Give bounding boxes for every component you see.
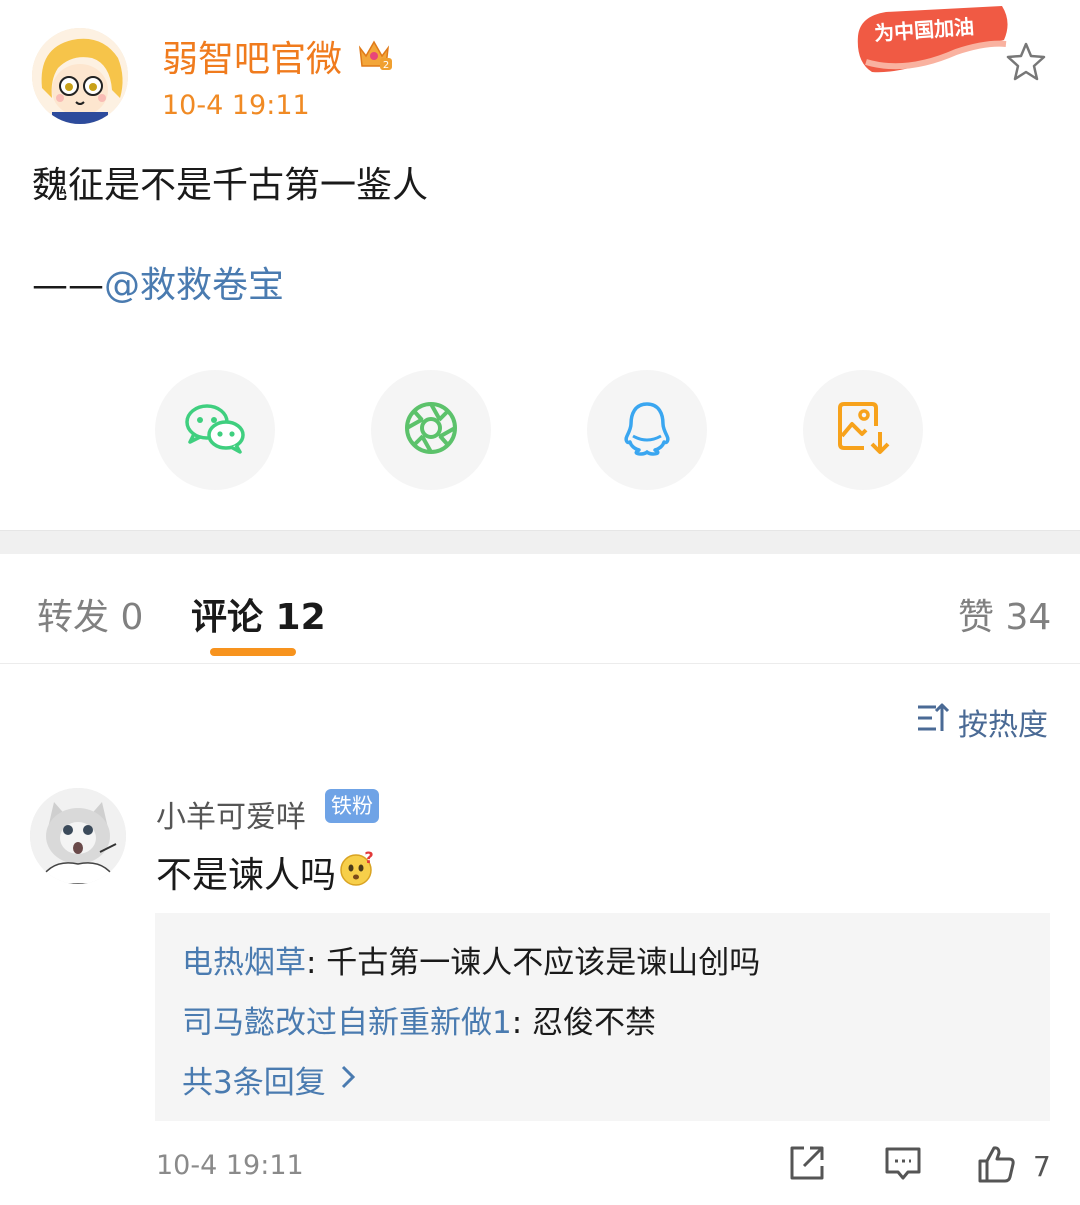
sort-toggle[interactable]: 按热度 — [916, 700, 1048, 744]
more-replies-label: 共3条回复 — [182, 1065, 326, 1101]
reply-item[interactable]: 电热烟草: 千古第一谏人不应该是谏山创吗 — [182, 937, 760, 982]
reply-username[interactable]: 司马懿改过自新重新做1 — [182, 1005, 512, 1041]
comment-text-row: 不是谏人吗 ? — [156, 846, 376, 898]
sort-icon — [916, 701, 958, 743]
save-image-icon — [836, 400, 890, 460]
repost-icon[interactable] — [788, 1144, 826, 1186]
post-time: 10-4 19:11 — [162, 90, 310, 121]
reply-username[interactable]: 电热烟草 — [182, 945, 306, 981]
share-moments-button[interactable] — [371, 370, 491, 490]
reply-preview[interactable]: 电热烟草: 千古第一谏人不应该是谏山创吗 司马懿改过自新重新做1: 忍俊不禁 共… — [155, 913, 1050, 1121]
tab-comments[interactable]: 评论 12 — [191, 588, 326, 640]
tab-active-indicator — [210, 648, 296, 656]
avatar[interactable] — [32, 28, 128, 124]
comment-avatar[interactable] — [30, 788, 126, 884]
svg-text:?: ? — [364, 849, 373, 867]
section-divider — [0, 530, 1080, 554]
tab-likes[interactable]: 赞 34 — [958, 588, 1051, 640]
fan-badge: 铁粉 — [325, 789, 379, 823]
like-icon[interactable] — [976, 1144, 1016, 1188]
reply-text: : 千古第一谏人不应该是谏山创吗 — [306, 945, 761, 981]
share-qq-button[interactable] — [587, 370, 707, 490]
like-count: 7 — [1033, 1150, 1051, 1183]
wechat-icon — [184, 402, 246, 458]
crown-icon: 2 — [354, 34, 394, 74]
post-text: 魏征是不是千古第一鉴人 — [32, 165, 429, 206]
moments-icon — [403, 400, 459, 460]
mention-link[interactable]: @救救卷宝 — [104, 265, 284, 306]
reply-item[interactable]: 司马懿改过自新重新做1: 忍俊不禁 — [182, 997, 656, 1042]
qq-icon — [621, 400, 673, 460]
save-image-button[interactable] — [803, 370, 923, 490]
share-wechat-button[interactable] — [155, 370, 275, 490]
post-tabs: 转发 0 评论 12 赞 34 — [0, 554, 1080, 664]
confused-emoji-icon: ? — [338, 848, 376, 896]
reply-icon[interactable] — [884, 1144, 922, 1186]
svg-text:2: 2 — [383, 60, 389, 71]
credit-dash: —— — [32, 265, 104, 306]
post-credit: ——@救救卷宝 — [32, 256, 284, 308]
comment-time: 10-4 19:11 — [156, 1150, 304, 1181]
favorite-star-icon[interactable] — [1004, 40, 1048, 84]
comment-text: 不是谏人吗 — [156, 855, 337, 896]
post-header: 弱智吧官微 2 10-4 19:11 为中国加油 — [0, 0, 1080, 130]
comment-username[interactable]: 小羊可爱咩 — [156, 792, 306, 836]
post-username[interactable]: 弱智吧官微 — [162, 30, 342, 82]
chevron-right-icon — [340, 1062, 356, 1098]
reply-text: : 忍俊不禁 — [511, 1005, 657, 1041]
tab-repost[interactable]: 转发 0 — [37, 588, 143, 640]
sort-label: 按热度 — [958, 708, 1048, 743]
more-replies-link[interactable]: 共3条回复 — [182, 1057, 356, 1102]
